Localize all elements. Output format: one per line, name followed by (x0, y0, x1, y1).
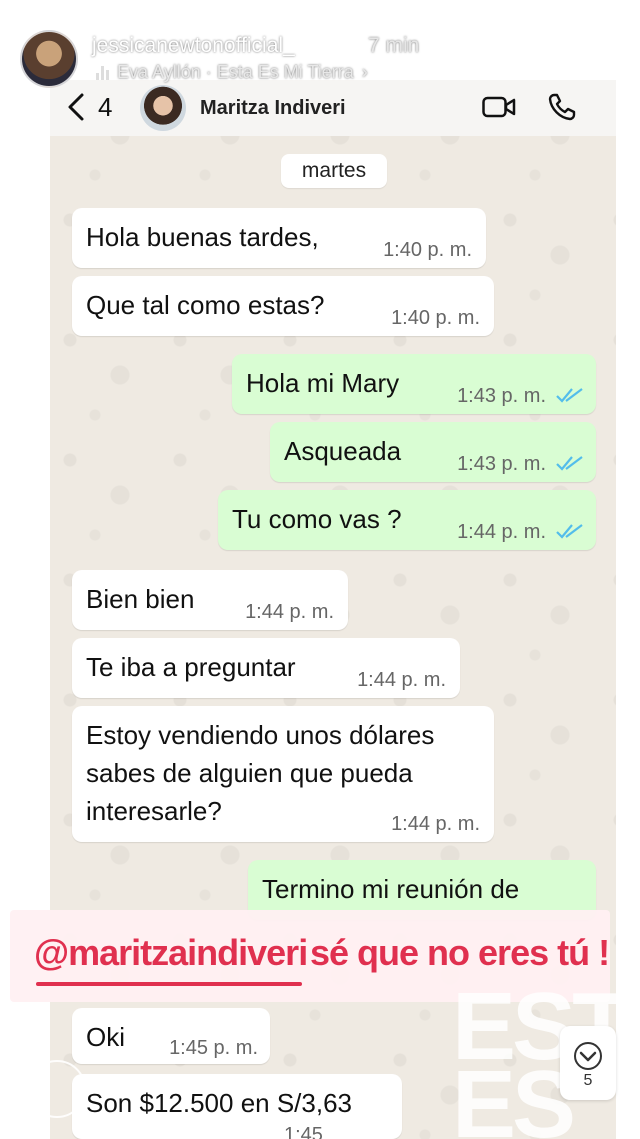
progress-segment (260, 10, 380, 13)
message-time: 1:43 p. m. (457, 453, 546, 475)
message-bubble-outgoing[interactable]: Hola mi Mary 1:43 p. m. (232, 354, 596, 414)
video-call-icon[interactable] (482, 96, 516, 118)
message-time: 1:44 p. m. (245, 601, 334, 623)
message-bubble-incoming[interactable]: Son $12.500 en S/3,63 1:45 (72, 1074, 402, 1139)
music-title: Eva Ayllón · Esta Es Mi Tierra (117, 62, 354, 82)
sticker-mention[interactable]: @maritzaindiveri (34, 932, 308, 974)
contact-avatar[interactable] (140, 85, 186, 131)
message-text: Hola mi Mary (246, 368, 400, 398)
mention-underline (36, 982, 302, 986)
message-time: 1:40 p. m. (383, 239, 472, 261)
message-bubble-outgoing[interactable]: Asqueada 1:43 p. m. (270, 422, 596, 482)
read-receipt-icon (556, 456, 583, 471)
contact-name[interactable]: Maritza Indiveri (200, 97, 346, 120)
message-text: Te iba a preguntar (86, 652, 296, 682)
story-reply-button[interactable] (28, 1060, 86, 1118)
unread-badge: 5 (583, 1072, 593, 1089)
message-bubble-incoming[interactable]: Oki 1:45 p. m. (72, 1008, 270, 1064)
story-time: 7 min (368, 34, 420, 57)
signal-icon (450, 36, 475, 54)
progress-segment (386, 10, 506, 13)
message-bubble-incoming[interactable]: Que tal como estas? 1:40 p. m. (72, 276, 494, 336)
message-bubble-incoming[interactable]: Te iba a preguntar 1:44 p. m. (72, 638, 460, 698)
story-username[interactable]: jessicanewtonofficial_ (92, 34, 295, 58)
story-view: 4 Maritza Indiveri martes Hola buenas ta… (0, 0, 640, 1139)
sticker-text: sé que no eres tú ! (310, 932, 610, 973)
message-text: Termino mi reunión de (262, 874, 520, 904)
battery-icon (527, 37, 559, 53)
message-bubble-incoming[interactable]: Estoy vendiendo unos dólares sabes de al… (72, 706, 494, 842)
message-time: 1:44 p. m. (357, 669, 446, 691)
back-chevron-icon[interactable] (64, 92, 88, 122)
message-bubble-outgoing[interactable]: Tu como vas ? 1:44 p. m. (218, 490, 596, 550)
music-chevron: › (361, 62, 368, 82)
music-bars-icon (96, 65, 109, 80)
chat-header: 4 Maritza Indiveri (50, 80, 616, 136)
message-time: 1:44 p. m. (391, 813, 480, 835)
status-icons (450, 36, 559, 54)
message-text: Son $12.500 en S/3,63 (86, 1088, 353, 1118)
story-header: jessicanewtonofficial_ 7 min Eva Ayllón … (0, 22, 640, 88)
scroll-to-bottom-button[interactable]: 5 (560, 1026, 616, 1100)
message-bubble-incoming[interactable]: Bien bien 1:44 p. m. (72, 570, 348, 630)
unread-count: 4 (98, 92, 113, 122)
wifi-icon (489, 36, 513, 54)
message-time: 1:44 p. m. (457, 521, 546, 543)
message-time: 1:45 (284, 1124, 323, 1139)
music-attribution[interactable]: Eva Ayllón · Esta Es Mi Tierra › (96, 62, 368, 83)
avatar[interactable] (20, 30, 78, 88)
close-icon[interactable] (588, 40, 624, 76)
message-text: Bien bien (86, 584, 195, 614)
progress-segment (512, 10, 632, 13)
message-text: Oki (86, 1022, 125, 1052)
story-progress-bar (8, 10, 632, 13)
message-text: Hola buenas tardes, (86, 222, 319, 252)
message-text: Asqueada (284, 436, 402, 466)
progress-segment (8, 10, 128, 13)
message-text: Tu como vas ? (232, 504, 402, 534)
message-text: Que tal como estas? (86, 290, 325, 320)
date-separator: martes (281, 154, 387, 188)
progress-segment (134, 10, 254, 13)
message-bubble-incoming[interactable]: Hola buenas tardes, 1:40 p. m. (72, 208, 486, 268)
message-time: 1:43 p. m. (457, 385, 546, 407)
message-time: 1:40 p. m. (391, 307, 480, 329)
phone-call-icon[interactable] (548, 93, 576, 121)
message-time: 1:45 p. m. (169, 1037, 258, 1059)
read-receipt-icon (556, 388, 583, 403)
read-receipt-icon (556, 524, 583, 539)
chevron-down-icon (574, 1042, 602, 1070)
